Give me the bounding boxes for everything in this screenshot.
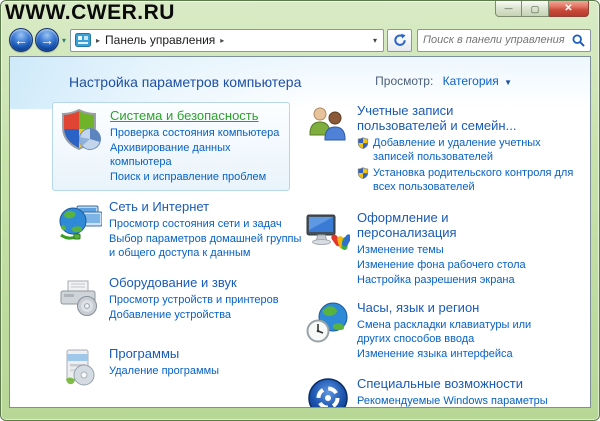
- uac-shield-icon: [357, 166, 369, 179]
- category-body: Сеть и Интернет Просмотр состояния сети …: [106, 198, 306, 261]
- link-add-device[interactable]: Добавление устройства: [109, 308, 279, 322]
- minimize-icon: —: [505, 4, 513, 13]
- refresh-icon: [393, 33, 407, 47]
- view-by-control[interactable]: Просмотр: Категория ▼: [375, 74, 512, 88]
- recent-pages-dropdown[interactable]: ▾: [59, 36, 70, 45]
- close-icon: ✕: [564, 3, 572, 14]
- link-display-language[interactable]: Изменение языка интерфейса: [357, 347, 562, 361]
- link-homegroup[interactable]: Выбор параметров домашней группы и общег…: [109, 232, 306, 260]
- forward-arrow-icon: →: [40, 33, 54, 47]
- category-body: Часы, язык и регион Смена раскладки клав…: [354, 299, 562, 362]
- uac-link[interactable]: Установка родительского контроля для все…: [357, 166, 578, 194]
- category-appearance[interactable]: Оформление и персонализация Изменение те…: [306, 209, 584, 288]
- monitor-palette-icon[interactable]: [306, 209, 354, 288]
- maximize-button[interactable]: ▢: [522, 1, 549, 17]
- right-column: Учетные записи пользователей и семейн...: [306, 102, 584, 408]
- accessibility-wheel-icon[interactable]: [306, 375, 354, 408]
- control-panel-icon: [75, 33, 91, 47]
- link-devices-printers[interactable]: Просмотр устройств и принтеров: [109, 293, 279, 307]
- site-watermark: WWW.CWER.RU: [5, 1, 175, 25]
- link-troubleshoot[interactable]: Поиск и исправление проблем: [110, 170, 283, 184]
- category-clock-language[interactable]: Часы, язык и регион Смена раскладки клав…: [306, 299, 584, 362]
- navigation-bar: ← → ▾ ▸ Панель управления ▸ ▾: [9, 26, 591, 54]
- link-security-check[interactable]: Проверка состояния компьютера: [110, 126, 283, 140]
- search-input[interactable]: [423, 34, 572, 46]
- address-history-dropdown[interactable]: ▾: [371, 36, 379, 45]
- category-programs[interactable]: Программы Удаление программы: [58, 345, 306, 390]
- category-user-accounts[interactable]: Учетные записи пользователей и семейн...: [306, 102, 584, 196]
- back-arrow-icon: ←: [14, 33, 28, 47]
- address-bar[interactable]: ▸ Панель управления ▸ ▾: [70, 29, 384, 52]
- category-body: Специальные возможности Рекомендуемые Wi…: [354, 375, 550, 408]
- link-backup[interactable]: Архивирование данных компьютера: [110, 141, 283, 169]
- printer-disc-icon[interactable]: [58, 274, 106, 323]
- chevron-down-icon: ▾: [62, 36, 66, 45]
- search-icon: [572, 34, 585, 47]
- category-title-programs[interactable]: Программы: [109, 346, 179, 361]
- category-title-clock-language[interactable]: Часы, язык и регион: [357, 300, 479, 315]
- category-ease-of-access[interactable]: Специальные возможности Рекомендуемые Wi…: [306, 375, 584, 408]
- security-shield-pie-icon[interactable]: [59, 107, 107, 185]
- refresh-button[interactable]: [387, 29, 412, 52]
- view-by-label: Просмотр:: [375, 74, 433, 88]
- back-button[interactable]: ←: [9, 28, 33, 52]
- category-title-appearance[interactable]: Оформление и персонализация: [357, 210, 542, 240]
- content-area: Настройка параметров компьютера Просмотр…: [9, 56, 591, 408]
- breadcrumb-item[interactable]: Панель управления: [105, 33, 215, 47]
- maximize-icon: ▢: [531, 5, 540, 13]
- page-header: Настройка параметров компьютера Просмотр…: [10, 57, 590, 90]
- link-change-wallpaper[interactable]: Изменение фона рабочего стола: [357, 258, 542, 272]
- network-globe-icon[interactable]: [58, 198, 106, 261]
- forward-button[interactable]: →: [35, 28, 59, 52]
- link-uninstall-program[interactable]: Удаление программы: [109, 364, 219, 378]
- uac-link[interactable]: Добавление и удаление учетных записей по…: [357, 136, 578, 164]
- left-column: Система и безопасность Проверка состояни…: [58, 102, 306, 408]
- breadcrumb-arrow-icon: ▸: [96, 36, 100, 45]
- uac-shield-icon: [357, 136, 369, 149]
- chevron-down-icon: ▼: [504, 78, 512, 87]
- window-controls: — ▢ ✕: [495, 1, 589, 17]
- category-title-ease-of-access[interactable]: Специальные возможности: [357, 376, 523, 391]
- two-users-icon[interactable]: [306, 102, 354, 196]
- category-columns: Система и безопасность Проверка состояни…: [10, 90, 590, 408]
- category-body: Программы Удаление программы: [106, 345, 219, 390]
- category-body: Оформление и персонализация Изменение те…: [354, 209, 542, 288]
- page-title: Настройка параметров компьютера: [69, 74, 301, 90]
- link-suggested-settings[interactable]: Рекомендуемые Windows параметры: [357, 394, 550, 408]
- breadcrumb-arrow-icon[interactable]: ▸: [220, 36, 224, 45]
- view-by-value[interactable]: Категория: [443, 74, 499, 88]
- minimize-button[interactable]: —: [495, 1, 522, 17]
- category-network-internet[interactable]: Сеть и Интернет Просмотр состояния сети …: [58, 198, 306, 261]
- software-box-cd-icon[interactable]: [58, 345, 106, 390]
- link-screen-resolution[interactable]: Настройка разрешения экрана: [357, 273, 542, 287]
- category-title-hardware[interactable]: Оборудование и звук: [109, 275, 237, 290]
- link-change-theme[interactable]: Изменение темы: [357, 243, 542, 257]
- category-body: Система и безопасность Проверка состояни…: [107, 107, 283, 185]
- category-title-system-security[interactable]: Система и безопасность: [110, 108, 259, 123]
- category-title-user-accounts[interactable]: Учетные записи пользователей и семейн...: [357, 103, 542, 133]
- category-body: Учетные записи пользователей и семейн...: [354, 102, 578, 196]
- category-body: Оборудование и звук Просмотр устройств и…: [106, 274, 279, 323]
- close-button[interactable]: ✕: [549, 1, 589, 17]
- category-hardware-sound[interactable]: Оборудование и звук Просмотр устройств и…: [58, 274, 306, 323]
- clock-globe-icon[interactable]: [306, 299, 354, 362]
- category-system-security[interactable]: Система и безопасность Проверка состояни…: [52, 102, 290, 191]
- category-title-network[interactable]: Сеть и Интернет: [109, 199, 209, 214]
- search-box: [417, 29, 591, 52]
- link-add-remove-accounts[interactable]: Добавление и удаление учетных записей по…: [373, 136, 578, 164]
- link-network-status[interactable]: Просмотр состояния сети и задач: [109, 217, 306, 231]
- link-parental-controls[interactable]: Установка родительского контроля для все…: [373, 166, 578, 194]
- link-keyboard-layout[interactable]: Смена раскладки клавиатуры или других сп…: [357, 318, 562, 346]
- control-panel-window: WWW.CWER.RU — ▢ ✕ ← → ▾ ▸ Панель управле…: [0, 0, 600, 421]
